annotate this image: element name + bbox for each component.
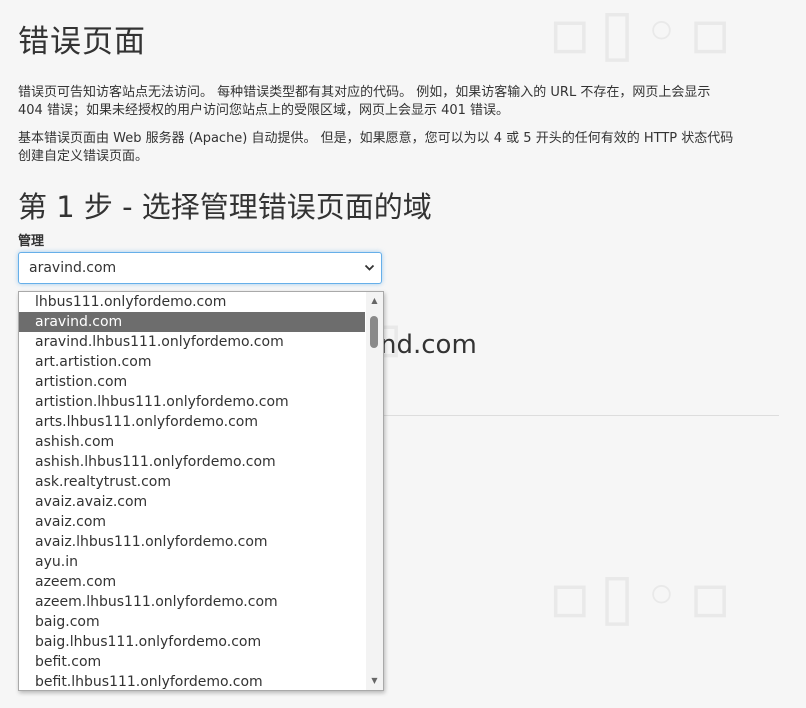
dropdown-option[interactable]: ashish.com: [19, 432, 365, 452]
step-1-title: 第 1 步 - 选择管理错误页面的域: [18, 190, 432, 224]
intro-line-2: 404 错误；如果未经授权的用户访问您站点上的受限区域，网页上会显示 401 错…: [18, 103, 510, 118]
dropdown-option[interactable]: avaiz.com: [19, 512, 365, 532]
dropdown-option[interactable]: baig.lhbus111.onlyfordemo.com: [19, 632, 365, 652]
intro-paragraph: 错误页可告知访客站点无法访问。 每种错误类型都有其对应的代码。 例如，如果访客输…: [18, 84, 788, 120]
dropdown-option[interactable]: ayu.in: [19, 552, 365, 572]
domain-select-value: aravind.com: [29, 260, 117, 276]
dropdown-option[interactable]: aravind.lhbus111.onlyfordemo.com: [19, 332, 365, 352]
dropdown-option[interactable]: aravind.com: [19, 312, 365, 332]
dropdown-option[interactable]: ask.realtytrust.com: [19, 472, 365, 492]
dropdown-option[interactable]: avaiz.lhbus111.onlyfordemo.com: [19, 532, 365, 552]
current-domain-heading: nd.com: [380, 330, 477, 360]
domain-select[interactable]: aravind.com: [18, 252, 382, 284]
divider: [384, 415, 779, 416]
dropdown-option[interactable]: befit.lhbus111.onlyfordemo.com: [19, 672, 365, 690]
dropdown-option[interactable]: avaiz.avaiz.com: [19, 492, 365, 512]
basic-paragraph: 基本错误页面由 Web 服务器 (Apache) 自动提供。 但是，如果愿意，您…: [18, 130, 788, 166]
dropdown-option[interactable]: artistion.lhbus111.onlyfordemo.com: [19, 392, 365, 412]
chevron-down-icon: [364, 253, 375, 295]
dropdown-option[interactable]: azeem.com: [19, 572, 365, 592]
scrollbar-thumb[interactable]: [370, 316, 378, 348]
page-title: 错误页面: [18, 24, 146, 60]
basic-line-2: 创建自定义错误页面。: [18, 149, 149, 164]
dropdown-option[interactable]: artistion.com: [19, 372, 365, 392]
basic-line-1: 基本错误页面由 Web 服务器 (Apache) 自动提供。 但是，如果愿意，您…: [18, 131, 734, 146]
watermark: ▫▯◦▫: [548, 560, 740, 634]
intro-line-1: 错误页可告知访客站点无法访问。 每种错误类型都有其对应的代码。 例如，如果访客输…: [18, 85, 711, 100]
dropdown-option[interactable]: azeem.lhbus111.onlyfordemo.com: [19, 592, 365, 612]
dropdown-option[interactable]: baig.com: [19, 612, 365, 632]
dropdown-options: lhbus111.onlyfordemo.com aravind.com aravi…: [19, 292, 383, 690]
scroll-down-arrow-icon[interactable]: ▼: [366, 674, 383, 688]
dropdown-option[interactable]: lhbus111.onlyfordemo.com: [19, 292, 365, 312]
dropdown-option[interactable]: befit.com: [19, 652, 365, 672]
dropdown-scrollbar[interactable]: ▲ ▼: [366, 292, 383, 690]
dropdown-option[interactable]: arts.lhbus111.onlyfordemo.com: [19, 412, 365, 432]
domain-dropdown-list[interactable]: lhbus111.onlyfordemo.com aravind.com aravi…: [18, 291, 384, 691]
dropdown-option[interactable]: art.artistion.com: [19, 352, 365, 372]
dropdown-option[interactable]: ashish.lhbus111.onlyfordemo.com: [19, 452, 365, 472]
manage-label: 管理: [18, 234, 45, 249]
watermark: ▫▯◦▫: [548, 0, 740, 70]
scroll-up-arrow-icon[interactable]: ▲: [366, 294, 383, 308]
